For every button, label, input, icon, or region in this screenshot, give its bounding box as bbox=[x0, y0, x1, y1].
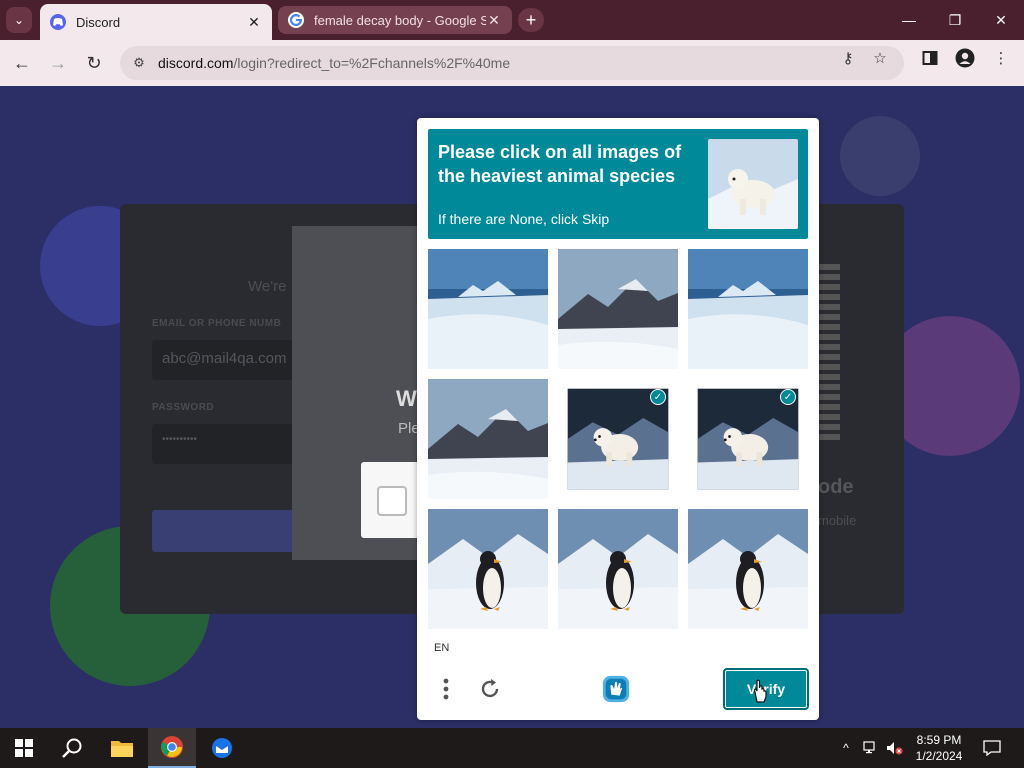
tab-title: Discord bbox=[76, 14, 121, 30]
bookmark-star-icon[interactable]: ☆ bbox=[870, 48, 890, 68]
penguin-image bbox=[428, 509, 548, 629]
discord-icon bbox=[50, 14, 66, 30]
volume-muted-icon[interactable] bbox=[884, 728, 906, 768]
prompt-hint: If there are None, click Skip bbox=[438, 211, 610, 227]
minimize-button[interactable]: — bbox=[886, 0, 932, 40]
site-info-icon[interactable]: ⚙ bbox=[130, 54, 148, 72]
qr-title: ode bbox=[818, 476, 854, 498]
captcha-prompt: Please click on all images of the heavie… bbox=[428, 129, 808, 239]
mountain-image bbox=[428, 379, 548, 499]
polar-bear-image-tile[interactable]: ✓ bbox=[688, 379, 808, 499]
chevron-down-icon: ⌄ bbox=[13, 13, 25, 27]
tab-bar: ⌄ Discord ✕ female decay body - Google S… bbox=[0, 0, 1024, 40]
menu-kebab-icon[interactable]: ⋮ bbox=[991, 48, 1011, 68]
email-label: EMAIL OR PHONE NUMB bbox=[152, 318, 282, 329]
restore-button[interactable]: ❐ bbox=[932, 0, 978, 40]
address-bar[interactable]: ⚙ discord.com/login?redirect_to=%2Fchann… bbox=[120, 46, 904, 80]
taskbar-clock[interactable]: 8:59 PM 1/2/2024 bbox=[908, 732, 970, 764]
close-tab-icon[interactable]: ✕ bbox=[246, 14, 262, 31]
password-field[interactable]: •••••••••• bbox=[152, 424, 302, 464]
notifications-icon[interactable] bbox=[978, 728, 1006, 768]
side-panel-icon[interactable] bbox=[920, 48, 940, 68]
mountain-image-tile[interactable] bbox=[558, 249, 678, 369]
browser-toolbar: ← → ↻ ⚙ discord.com/login?redirect_to=%2… bbox=[0, 40, 1024, 86]
captcha-image-grid: ✓ ✓ bbox=[428, 249, 808, 629]
file-explorer-icon[interactable] bbox=[98, 728, 146, 768]
reload-button[interactable]: ↻ bbox=[80, 49, 108, 77]
thunderbird-icon[interactable] bbox=[198, 728, 246, 768]
qr-code bbox=[818, 264, 840, 442]
captcha-checkbox[interactable] bbox=[377, 486, 407, 516]
profile-icon[interactable] bbox=[955, 48, 975, 68]
penguin-image bbox=[688, 509, 808, 629]
email-field[interactable]: abc@mail4qa.com bbox=[152, 340, 302, 380]
qr-subtitle: mobile bbox=[818, 513, 857, 528]
windows-taskbar: ^ 8:59 PM 1/2/2024 bbox=[0, 728, 1024, 768]
google-icon bbox=[288, 12, 304, 28]
penguin-image-tile[interactable] bbox=[428, 509, 548, 629]
close-window-button[interactable]: ✕ bbox=[978, 0, 1024, 40]
clock-date: 1/2/2024 bbox=[915, 749, 963, 763]
tab-google[interactable]: female decay body - Google Se ✕ bbox=[278, 6, 512, 34]
hand-cursor-icon bbox=[754, 679, 767, 703]
penguin-image bbox=[558, 509, 678, 629]
penguin-image-tile[interactable] bbox=[558, 509, 678, 629]
arrow-left-icon: ← bbox=[13, 52, 31, 73]
login-button[interactable] bbox=[152, 510, 302, 552]
tab-search-button[interactable]: ⌄ bbox=[6, 7, 32, 33]
mountain-image-tile[interactable] bbox=[428, 379, 548, 499]
captcha-checkbox-widget bbox=[361, 462, 421, 538]
iceberg-image-tile[interactable] bbox=[688, 249, 808, 369]
selected-check-icon: ✓ bbox=[650, 389, 666, 405]
prompt-title: Please click on all images of the heavie… bbox=[438, 142, 682, 186]
url-path: /login?redirect_to=%2Fchannels%2F%40me bbox=[233, 55, 511, 71]
tab-discord[interactable]: Discord ✕ bbox=[40, 4, 272, 40]
tab-title: female decay body - Google Se bbox=[314, 12, 486, 28]
captcha-challenge: Please click on all images of the heavie… bbox=[417, 118, 819, 720]
chrome-icon[interactable] bbox=[148, 728, 196, 768]
refresh-icon[interactable] bbox=[475, 674, 505, 704]
penguin-image-tile[interactable] bbox=[688, 509, 808, 629]
polar-bear-image-tile[interactable]: ✓ bbox=[558, 379, 678, 499]
back-button[interactable]: ← bbox=[8, 49, 36, 77]
menu-dots-icon[interactable] bbox=[431, 674, 461, 704]
iceberg-image-tile[interactable] bbox=[428, 249, 548, 369]
new-tab-button[interactable]: + bbox=[518, 8, 544, 32]
clock-time: 8:59 PM bbox=[916, 733, 962, 747]
chevron-up-icon[interactable]: ^ bbox=[836, 728, 856, 768]
start-icon[interactable] bbox=[0, 728, 48, 768]
close-tab-icon[interactable]: ✕ bbox=[486, 12, 502, 29]
reload-icon: ↻ bbox=[86, 52, 102, 73]
mountain-image bbox=[558, 249, 678, 369]
language-selector[interactable]: EN bbox=[434, 642, 449, 654]
selected-check-icon: ✓ bbox=[780, 389, 796, 405]
plus-icon: + bbox=[525, 9, 537, 30]
url-domain: discord.com bbox=[158, 55, 234, 71]
network-icon[interactable] bbox=[860, 728, 882, 768]
welcome-subtitle: We're bbox=[248, 278, 287, 295]
forward-button[interactable]: → bbox=[44, 49, 72, 77]
arrow-right-icon: → bbox=[49, 52, 67, 73]
example-polar-bear-image bbox=[708, 139, 798, 229]
search-icon[interactable] bbox=[48, 728, 96, 768]
key-icon[interactable]: ⚷ bbox=[838, 48, 858, 68]
modal-title: W bbox=[396, 386, 417, 411]
password-label: PASSWORD bbox=[152, 402, 215, 413]
hcaptcha-logo-icon[interactable] bbox=[601, 674, 631, 704]
iceberg-image bbox=[428, 249, 548, 369]
iceberg-image bbox=[688, 249, 808, 369]
